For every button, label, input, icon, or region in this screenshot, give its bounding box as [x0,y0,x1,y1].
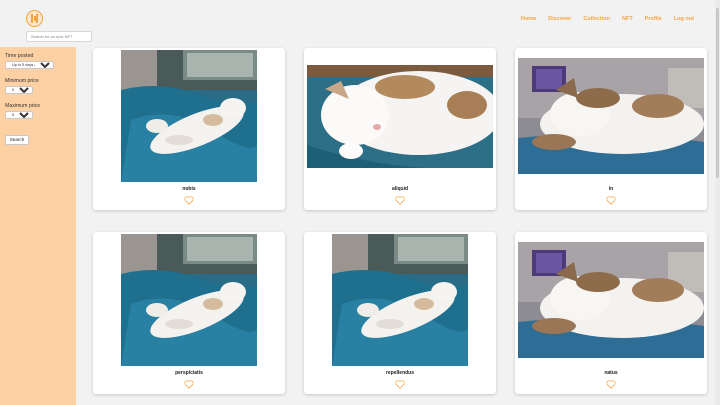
nav-profile[interactable]: Profile [645,16,662,22]
nft-card[interactable]: perspiciatis [93,232,285,394]
max-price-label: Maximum price [5,103,41,109]
nav-collection[interactable]: Collection [583,16,610,22]
card-title: in [608,186,614,192]
nft-card[interactable]: in [515,48,707,210]
time-posted-select[interactable]: Up to 5 days ago [5,61,54,69]
heart-outline-icon[interactable] [395,380,405,389]
nav-log-out[interactable]: Log out [674,16,694,22]
heart-outline-icon[interactable] [606,196,616,205]
min-price-select[interactable]: 0 ETH [5,86,33,94]
nav-discover[interactable]: Discover [548,16,571,22]
cat-couch-photo [518,58,704,174]
filter-sidebar: Time posted Up to 5 days ago Minimum pri… [0,47,76,405]
cat-blanket-photo [121,234,257,366]
nav-nft[interactable]: NFT [622,16,633,22]
scrollbar-thumb[interactable] [716,8,719,178]
nft-card[interactable]: nobis [93,48,285,210]
nft-card[interactable]: natus [515,232,707,394]
nav-home[interactable]: Home [521,16,536,22]
page-scrollbar[interactable] [715,0,720,405]
time-posted-label: Time posted [5,53,34,59]
card-title: nobis [182,186,196,192]
max-price-select[interactable]: 50 ETH [5,111,33,119]
heart-outline-icon[interactable] [184,196,194,205]
nft-card[interactable]: aliquid [304,48,496,210]
logo-icon[interactable] [26,10,43,27]
card-title: natus [604,370,618,376]
heart-outline-icon[interactable] [395,196,405,205]
search-input[interactable] [26,31,92,42]
nft-grid: nobis aliquid in perspiciatis repellendu… [93,48,707,394]
card-title: repellendus [385,370,415,376]
search-button[interactable]: Search [5,134,29,145]
card-title: perspiciatis [175,370,203,376]
cat-blanket-photo [332,234,468,366]
min-price-label: Minimum price [5,78,39,84]
card-title: aliquid [391,186,409,192]
nft-card[interactable]: repellendus [304,232,496,394]
heart-outline-icon[interactable] [184,380,194,389]
cat-couch-photo [518,242,704,358]
top-nav: Home Discover Collection NFT Profile Log… [521,16,694,22]
cat-sleeping-photo [307,65,493,168]
heart-outline-icon[interactable] [606,380,616,389]
cat-blanket-photo [121,50,257,182]
